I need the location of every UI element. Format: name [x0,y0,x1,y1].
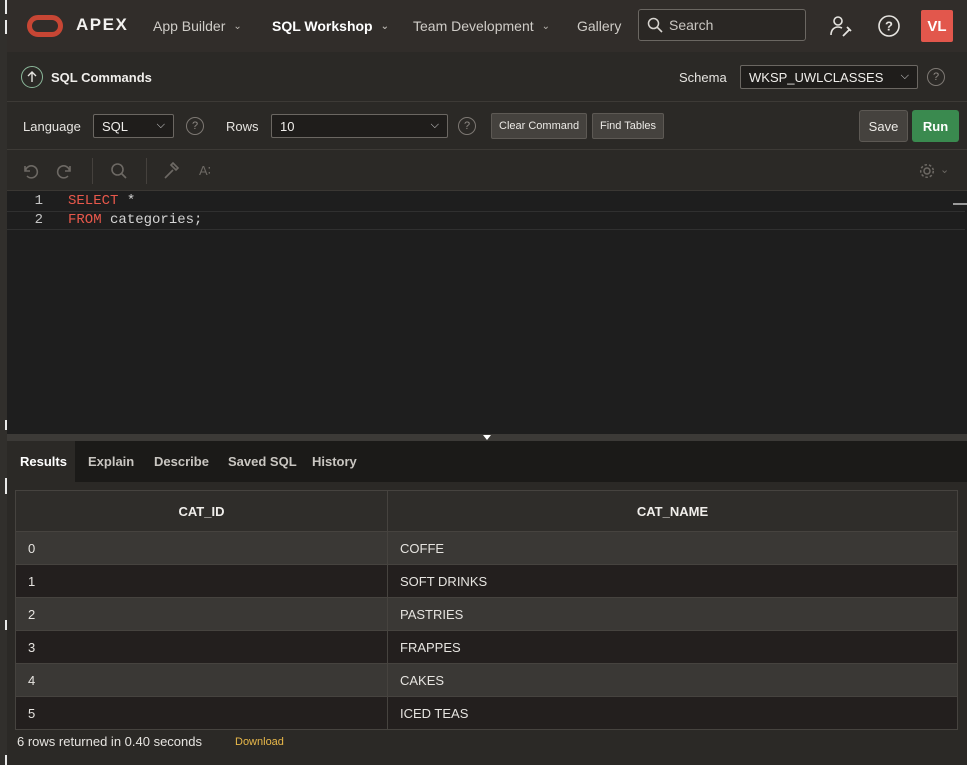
line-number: 2 [34,212,43,228]
chevron-down-icon: ⌵ [156,119,165,131]
cell-cat-name: ICED TEAS [387,696,958,730]
gear-icon[interactable] [919,162,939,180]
user-avatar[interactable]: VL [921,10,953,42]
column-header: CAT_ID [15,490,388,532]
cell-cat-id: 0 [15,531,388,565]
page-header: SQL Commands Schema WKSP_UWLCLASSES ⌵ ? [7,52,967,102]
nav-gallery[interactable]: Gallery [577,18,621,34]
table-row: 5 ICED TEAS [15,696,958,730]
sql-editor[interactable]: 1 SELECT * 2 FROM categories; [7,191,967,434]
hammer-icon[interactable] [163,162,181,180]
language-value: SQL [102,119,129,134]
language-help-icon[interactable]: ? [186,117,204,135]
cell-cat-name: SOFT DRINKS [387,564,958,598]
chevron-down-icon: ⌄ [541,20,551,32]
chevron-down-icon: ⌄ [380,20,389,32]
command-options-row: Language SQL ⌵ ? Rows 10 ⌵ ? Clear Comma… [7,102,967,150]
find-icon[interactable] [110,162,128,180]
code-text: SELECT * [68,193,135,209]
rows-select[interactable]: 10 ⌵ [271,114,448,138]
table-row: 1 SOFT DRINKS [15,564,958,598]
sql-keyword: FROM [68,212,102,228]
cell-cat-id: 3 [15,630,388,664]
cell-cat-id: 1 [15,564,388,598]
top-navigation-bar: APEX App Builder ⌄ SQL Workshop ⌄ Team D… [7,0,967,52]
arrow-up-icon[interactable] [21,66,43,88]
schema-select[interactable]: WKSP_UWLCLASSES ⌵ [740,65,918,89]
nav-label: Team Development [413,18,534,34]
column-header: CAT_NAME [387,490,958,532]
search-box[interactable] [638,9,806,41]
rows-label: Rows [226,119,259,134]
user-wrench-icon[interactable] [827,12,855,40]
schema-label: Schema [679,70,727,85]
cell-cat-id: 2 [15,597,388,631]
code-text: FROM categories; [68,212,202,228]
chevron-down-icon: ⌵ [900,70,909,82]
help-icon[interactable]: ? [875,12,903,40]
cell-cat-name: FRAPPES [387,630,958,664]
line-number: 1 [34,193,43,209]
download-link[interactable]: Download [235,736,284,748]
panel-splitter[interactable] [7,434,967,441]
nav-sql-workshop[interactable]: SQL Workshop ⌄ [272,18,389,34]
tab-describe[interactable]: Describe [141,441,222,482]
sql-keyword: SELECT [68,193,119,209]
results-table: CAT_ID CAT_NAME 0 COFFE 1 SOFT DRINKS 2 … [15,490,958,730]
table-row: 0 COFFE [15,531,958,565]
rows-returned-summary: 6 rows returned in 0.40 seconds [17,734,202,749]
table-row: 4 CAKES [15,663,958,697]
editor-line: 2 FROM categories; [7,211,965,230]
schema-help-icon[interactable]: ? [927,68,945,86]
chevron-down-icon[interactable]: ⌄ [940,163,949,176]
run-button[interactable]: Run [912,110,959,142]
cell-cat-id: 4 [15,663,388,697]
redo-icon[interactable] [56,162,74,180]
tab-saved-sql[interactable]: Saved SQL [215,441,310,482]
tab-results[interactable]: Results [7,441,75,482]
left-window-edge [0,0,7,765]
table-header-row: CAT_ID CAT_NAME [15,490,958,532]
nav-label: SQL Workshop [272,18,373,34]
schema-value: WKSP_UWLCLASSES [749,70,884,85]
rows-help-icon[interactable]: ? [458,117,476,135]
search-input[interactable] [669,17,799,33]
autocomplete-icon[interactable]: A∶ [199,163,211,179]
chevron-down-icon: ⌄ [233,20,242,32]
table-row: 3 FRAPPES [15,630,958,664]
editor-line: 1 SELECT * [7,192,965,211]
rows-value: 10 [280,119,295,134]
cell-cat-id: 5 [15,696,388,730]
search-icon [647,17,663,33]
code-rest: categories; [101,212,203,228]
editor-toolbar: A∶ ⌄ [7,150,967,191]
language-select[interactable]: SQL ⌵ [93,114,174,138]
table-row: 2 PASTRIES [15,597,958,631]
find-tables-button[interactable]: Find Tables [592,113,665,139]
app-title[interactable]: APEX [76,15,128,35]
nav-app-builder[interactable]: App Builder ⌄ [153,18,242,34]
cell-cat-name: COFFE [387,531,958,565]
cell-cat-name: CAKES [387,663,958,697]
tab-explain[interactable]: Explain [75,441,147,482]
save-button[interactable]: Save [859,110,908,142]
nav-label: Gallery [577,18,622,34]
chevron-down-icon: ⌵ [430,119,439,131]
cell-cat-name: PASTRIES [387,597,958,631]
svg-text:?: ? [885,19,893,34]
editor-scrollbar[interactable] [953,203,967,211]
page-title: SQL Commands [51,70,152,85]
nav-team-development[interactable]: Team Development ⌄ [413,18,550,34]
undo-icon[interactable] [21,162,39,180]
tab-history[interactable]: History [299,441,370,482]
language-label: Language [23,119,81,134]
nav-label: App Builder [153,18,226,34]
apex-window: APEX App Builder ⌄ SQL Workshop ⌄ Team D… [7,0,967,765]
result-tabs: Results Explain Describe Saved SQL Histo… [7,441,967,482]
code-rest: * [118,193,136,209]
clear-command-button[interactable]: Clear Command [491,113,588,139]
oracle-logo-icon[interactable] [27,15,63,37]
collapse-arrow-icon[interactable] [483,435,491,440]
